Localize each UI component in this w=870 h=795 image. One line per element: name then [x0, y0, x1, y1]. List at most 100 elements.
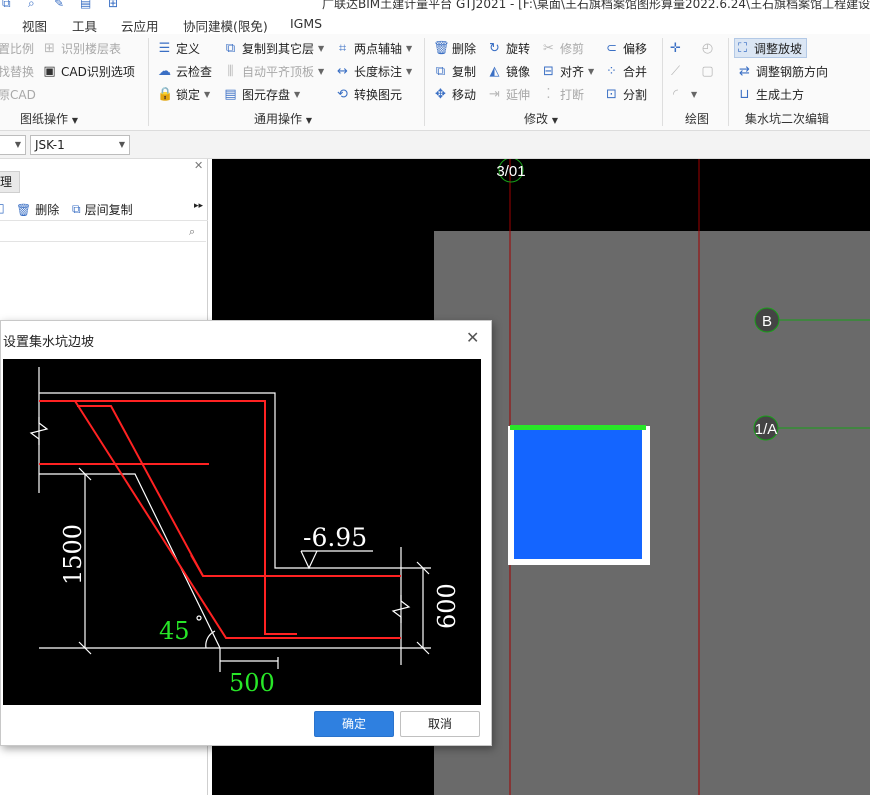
draw-point-button[interactable]: ✛	[668, 38, 687, 58]
lock-button[interactable]: 🔒 锁定 ▼	[157, 84, 210, 104]
rebar-top	[39, 400, 297, 635]
delete-button[interactable]: 🗑 删除	[433, 38, 476, 58]
rebar-stub	[190, 554, 204, 577]
point-icon: ✛	[670, 40, 681, 56]
soil-outline-bottom	[39, 473, 405, 649]
group-general-ops[interactable]: 通用操作 ▼	[254, 110, 312, 127]
cancel-button[interactable]: 取消	[400, 711, 480, 737]
draw-rect-button[interactable]: ▢	[700, 61, 719, 81]
axis-icon: ⌗	[338, 40, 347, 56]
angle-arc	[205, 630, 216, 649]
search-icon: ⌕	[189, 225, 196, 238]
menu-cloud[interactable]: 云应用	[121, 16, 159, 35]
trim-button[interactable]: ✂ 修剪	[541, 38, 584, 58]
cloud-check-icon: ☁	[158, 63, 171, 79]
slope-icon: ⛶	[737, 40, 748, 56]
slope-diagram: -6.95 1500 600 45 500	[3, 359, 481, 705]
draw-circle-button[interactable]: ◴	[700, 38, 719, 58]
dialog-title: 设置集水坑边坡	[3, 335, 95, 350]
adjust-slope-button[interactable]: ⛶ 调整放坡	[734, 38, 808, 58]
align-button[interactable]: ⊟ 对齐 ▼	[541, 61, 594, 81]
convert-element-button[interactable]: ⟲ 转换图元	[335, 84, 402, 104]
ribbon-separator	[424, 38, 425, 126]
recognize-floor-table-button[interactable]: ⊞ 识别楼层表	[42, 38, 121, 58]
mirror-icon: ◭	[489, 63, 500, 79]
rebar-diag	[74, 400, 401, 639]
draw-line-button[interactable]: ⟋	[668, 61, 687, 81]
group-modify[interactable]: 修改 ▼	[524, 110, 558, 127]
merge-icon: ⁘	[606, 63, 617, 79]
generate-earthwork-button[interactable]: ⊔ 生成土方	[737, 84, 804, 104]
auto-align-top-button[interactable]: ⫼ 自动平齐顶板 ▼	[223, 61, 325, 81]
save-element-button[interactable]: ▤ 图元存盘 ▼	[223, 84, 300, 104]
axis-label-b: B	[762, 313, 772, 330]
cad-options-button[interactable]: ▣ CAD识别选项	[42, 61, 135, 81]
category-select[interactable]: ▼	[0, 135, 26, 155]
earthwork-icon: ⊔	[739, 86, 750, 102]
define-button[interactable]: ☰ 定义	[157, 38, 200, 58]
menu-collab[interactable]: 协同建模(限免)	[183, 16, 268, 35]
close-icon[interactable]: ✕	[194, 159, 203, 172]
quick-access-icon[interactable]: ▤	[80, 0, 91, 10]
split-button[interactable]: ⊡ 分割	[604, 84, 647, 104]
new-icon: ▯	[0, 201, 5, 215]
window-title: 广联达BIM土建计量平台 GTJ2021 - [F:\桌面\王石旗档案馆图形算量…	[322, 0, 870, 11]
quick-access-icon[interactable]: ⌕	[28, 0, 35, 11]
menu-igms[interactable]: IGMS	[290, 16, 322, 31]
ribbon: 置比例 ⊞ 识别楼层表 找替换 ▣ CAD识别选项 原CAD 图纸操作 ▼ ☰ 定义 …	[0, 34, 870, 131]
adjust-rebar-direction-button[interactable]: ⇄ 调整钢筋方向	[737, 61, 828, 81]
copy-floor-icon: ⧉	[225, 40, 236, 56]
panel-toolbar: ▯ 🗑 删除 ⧉ 层间复制 ▸▸	[0, 197, 208, 221]
group-pit-edit: 集水坑二次编辑	[745, 112, 830, 126]
quick-access-icon[interactable]: ✎	[54, 0, 64, 10]
ok-button[interactable]: 确定	[314, 711, 394, 737]
cloud-check-button[interactable]: ☁ 云检查	[157, 61, 212, 81]
ribbon-separator	[148, 38, 149, 126]
extend-button[interactable]: ⇥ 延伸	[487, 84, 530, 104]
angle-label: 45	[159, 617, 190, 645]
set-scale-button[interactable]: 置比例	[0, 38, 34, 58]
copy-icon: ⧉	[72, 202, 81, 216]
new-button[interactable]: ▯	[0, 201, 9, 215]
menu-bar: 视图 工具 云应用 协同建模(限免) IGMS	[0, 12, 870, 34]
sump-pit	[514, 430, 642, 559]
copy-icon: ⧉	[435, 63, 446, 79]
copy-between-floors-button[interactable]: ⧉ 层间复制	[72, 201, 133, 218]
quick-access-icon[interactable]: ⧉	[2, 0, 11, 11]
merge-button[interactable]: ⁘ 合并	[604, 61, 647, 81]
delete-icon: 🗑	[16, 202, 32, 217]
slab-area	[434, 231, 870, 795]
menu-view[interactable]: 视图	[22, 16, 47, 35]
copy-button[interactable]: ⧉ 复制	[433, 61, 476, 81]
offset-button[interactable]: ⊂ 偏移	[604, 38, 647, 58]
move-button[interactable]: ✥ 移动	[433, 84, 476, 104]
quick-access-icon[interactable]: ⊞	[108, 0, 118, 10]
copy-to-floor-button[interactable]: ⧉ 复制到其它层 ▼	[223, 38, 324, 58]
arc-icon: ◜	[672, 86, 679, 102]
search-input[interactable]: ⌕	[0, 222, 206, 242]
tab-management[interactable]: 理	[0, 171, 20, 193]
component-select[interactable]: JSK-1 ▼	[30, 135, 130, 155]
length-dimension-button[interactable]: ↔ 长度标注 ▼	[335, 61, 412, 81]
save-element-icon: ▤	[224, 86, 237, 102]
break-symbol	[391, 595, 411, 623]
mirror-button[interactable]: ◭ 镜像	[487, 61, 531, 81]
original-cad-button[interactable]: 原CAD	[0, 84, 36, 104]
more-icon[interactable]: ▸▸	[194, 201, 203, 211]
group-drawing-ops[interactable]: 图纸操作 ▼	[20, 110, 78, 127]
extend-icon: ⇥	[489, 86, 500, 102]
close-icon[interactable]: ✕	[466, 328, 479, 347]
break-button[interactable]: ⁚ 打断	[541, 84, 584, 104]
menu-tools[interactable]: 工具	[72, 16, 97, 35]
align-top-icon: ⫼	[227, 63, 234, 79]
find-replace-button[interactable]: 找替换	[0, 61, 34, 81]
rotate-button[interactable]: ↻ 旋转	[487, 38, 530, 58]
two-point-axis-button[interactable]: ⌗ 两点辅轴 ▼	[335, 38, 412, 58]
floor-table-icon: ⊞	[44, 40, 55, 56]
rotate-icon: ↻	[489, 40, 500, 56]
define-icon: ☰	[158, 40, 171, 56]
draw-arc-button[interactable]: ◜ ▼	[668, 84, 697, 104]
delete-component-button[interactable]: 🗑 删除	[16, 201, 59, 218]
elevation-label: -6.95	[303, 523, 367, 552]
slab-label: 600	[433, 583, 461, 629]
